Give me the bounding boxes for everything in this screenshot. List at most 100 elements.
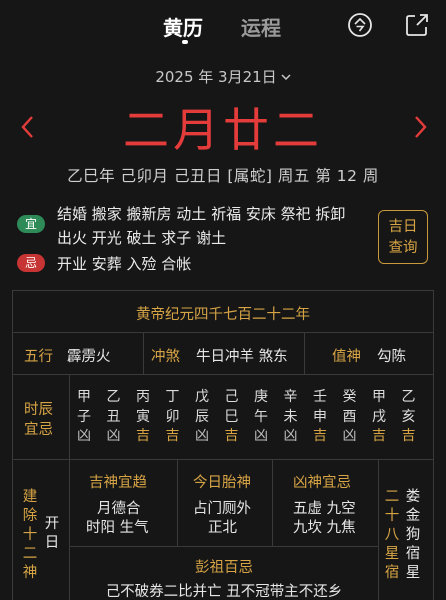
hour-status: 凶 <box>283 428 298 444</box>
hour-branch: 午 <box>254 408 268 425</box>
yi-line-1: 结婚 搬家 搬新房 动土 祈福 安床 祭祀 拆卸 <box>57 205 346 223</box>
jianchu-char: 神 <box>22 565 38 581</box>
hour-column: 乙丑凶 <box>103 388 125 447</box>
chevron-down-icon <box>281 71 291 84</box>
xiu-value-char: 娄 <box>405 489 421 505</box>
xiu-char: 十 <box>384 508 400 524</box>
hour-branch: 寅 <box>136 408 150 425</box>
zhishen-value: 勾陈 <box>377 349 406 365</box>
hour-status: 吉 <box>372 428 386 444</box>
hour-stem: 戊 <box>195 389 209 405</box>
hour-branch: 亥 <box>401 408 416 425</box>
hour-column: 己巳吉 <box>221 388 243 447</box>
query-button-line-1: 吉日 <box>388 219 418 235</box>
hour-stem: 甲 <box>77 389 91 405</box>
hour-column: 癸酉凶 <box>339 388 361 447</box>
hour-status: 凶 <box>106 428 121 444</box>
tab-almanac[interactable]: 黄历 <box>163 12 203 41</box>
hour-column: 甲戌吉 <box>368 388 390 447</box>
jishen-label: 吉神宜趋 <box>89 475 147 491</box>
taishen-line-1: 占门厕外 <box>193 501 251 517</box>
xiu-value-char: 星 <box>405 565 421 581</box>
hour-column: 戊辰凶 <box>191 388 213 447</box>
chongsha-label: 冲煞 <box>151 349 180 365</box>
hour-stem: 丁 <box>165 389 180 405</box>
tab-fortune[interactable]: 运程 <box>241 12 281 41</box>
hour-branch: 子 <box>77 408 91 425</box>
taishen-label: 今日胎神 <box>193 475 251 491</box>
hour-branch: 申 <box>313 408 327 425</box>
xiu-value: 娄 金 狗 宿 星 <box>405 488 421 583</box>
xiu-char: 星 <box>384 546 400 562</box>
divider <box>12 374 434 375</box>
xiu-value-char: 宿 <box>405 546 421 562</box>
hour-stem: 庚 <box>254 389 268 405</box>
zhishen-label: 值神 <box>332 349 361 365</box>
jianchu-char: 除 <box>22 508 38 524</box>
hour-column: 丁卯吉 <box>162 388 184 447</box>
pengzu-label: 彭祖百忌 <box>195 560 253 576</box>
xiu-value-char: 狗 <box>405 527 421 543</box>
divider <box>378 459 379 600</box>
hour-status: 吉 <box>313 428 327 444</box>
wuxing-label: 五行 <box>24 349 53 365</box>
hour-stem: 壬 <box>313 389 327 405</box>
yi-badge: 宜 <box>17 215 45 233</box>
xiongshen-line-1: 五虚 九空 <box>293 501 356 517</box>
hour-stem: 丙 <box>136 389 150 405</box>
divider <box>272 459 273 546</box>
lunar-date: 二月廿二 <box>123 103 323 157</box>
hour-branch: 辰 <box>195 408 209 425</box>
hour-branch: 卯 <box>165 408 180 425</box>
share-icon[interactable] <box>404 12 430 38</box>
ji-line-1: 开业 安葬 入殓 合帐 <box>57 255 192 273</box>
date-selector[interactable]: 2025 年 3月21日 <box>0 66 446 87</box>
hour-column: 丙寅吉 <box>132 388 154 447</box>
top-bar: 黄历 运程 <box>0 0 446 50</box>
jianchu-value-char: 日 <box>44 535 60 551</box>
wuxing-value: 霹雳火 <box>67 349 111 365</box>
hour-status: 吉 <box>136 428 150 444</box>
hour-stem: 癸 <box>342 389 357 405</box>
hour-status: 吉 <box>224 428 239 444</box>
hour-branch: 丑 <box>106 408 121 425</box>
active-tab-indicator <box>182 40 188 44</box>
divider <box>177 459 178 546</box>
hour-branch: 未 <box>283 408 298 425</box>
pengzu-value: 己不破券二比并亡 丑不冠带主不还乡 <box>105 584 343 600</box>
yiji-label: 宜忌 <box>24 422 53 438</box>
ling-icon[interactable] <box>347 12 373 38</box>
yi-line-2: 出火 开光 破土 求子 谢土 <box>57 229 227 247</box>
divider <box>304 332 305 374</box>
xiu-label: 二 十 八 星 宿 <box>384 488 400 583</box>
jianchu-char: 十 <box>22 527 38 543</box>
hour-branch: 戌 <box>372 408 386 425</box>
jianchu-value: 开 日 <box>44 515 60 553</box>
xiongshen-line-2: 九坎 九焦 <box>293 520 356 536</box>
ganzhi-line: 乙巳年 己卯月 己丑日 [属蛇] 周五 第 12 周 <box>67 167 379 185</box>
hour-status: 凶 <box>254 428 268 444</box>
xiu-char: 宿 <box>384 565 400 581</box>
hour-branch: 巳 <box>224 408 239 425</box>
ji-badge: 忌 <box>17 254 45 272</box>
jishen-line-1: 月德合 <box>97 501 141 517</box>
shichen-label: 时辰 <box>24 402 53 418</box>
hour-status: 吉 <box>165 428 180 444</box>
hour-status: 吉 <box>401 428 416 444</box>
huangdi-era: 黄帝纪元四千七百二十二年 <box>136 307 310 323</box>
hour-status: 凶 <box>342 428 357 444</box>
hour-stem: 乙 <box>106 389 121 405</box>
divider <box>12 459 434 460</box>
jianchu-label: 建 除 十 二 神 <box>22 488 38 583</box>
hour-status: 凶 <box>77 428 91 444</box>
hour-stem: 己 <box>224 389 239 405</box>
xiu-char: 八 <box>384 527 400 543</box>
divider <box>70 546 378 547</box>
jianchu-char: 二 <box>22 546 38 562</box>
hour-branch: 酉 <box>342 408 357 425</box>
date-label: 2025 年 3月21日 <box>155 68 277 86</box>
auspicious-day-query-button[interactable]: 吉日 查询 <box>378 210 428 264</box>
chongsha-value: 牛日冲羊 煞东 <box>196 349 288 365</box>
xiu-value-char: 金 <box>405 508 421 524</box>
hour-column: 庚午凶 <box>250 388 272 447</box>
